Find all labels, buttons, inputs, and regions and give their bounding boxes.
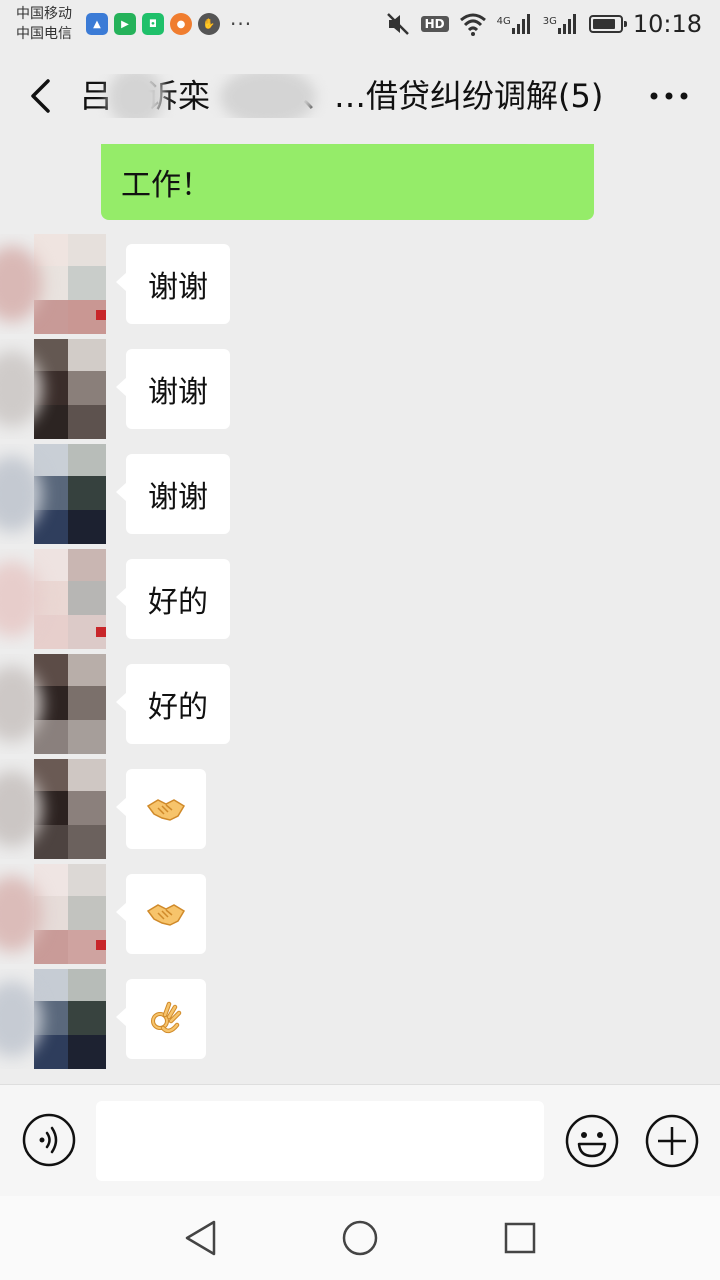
carrier-2-label: 中国电信 bbox=[16, 26, 72, 42]
nav-recents-button[interactable] bbox=[498, 1216, 542, 1260]
voice-button[interactable] bbox=[22, 1113, 76, 1167]
nav-recents-icon bbox=[504, 1222, 536, 1254]
message-text: 谢谢 bbox=[148, 480, 208, 515]
avatar[interactable] bbox=[0, 339, 106, 439]
app-notification-icon: ▲ bbox=[86, 13, 108, 35]
message-row: 谢谢 bbox=[0, 339, 720, 439]
handshake-emoji-icon bbox=[146, 799, 186, 821]
battery-fill bbox=[592, 19, 615, 29]
notification-icons: ▲ ▶ ◘ ● ✋ ··· bbox=[86, 12, 252, 36]
message-bubble[interactable]: 好的 bbox=[116, 559, 230, 639]
emoji-face-icon bbox=[565, 1114, 619, 1168]
back-button[interactable] bbox=[20, 72, 60, 120]
chat-title: 吕诉栾 、…借贷纠纷调解(5) bbox=[80, 74, 620, 118]
more-dots-icon bbox=[650, 92, 688, 100]
input-bar bbox=[0, 1084, 720, 1196]
chat-message-list[interactable]: ▆▆，▆▆▆▆▆。▆▆▆▆▆▆▆▆ 工作！ 谢谢 bbox=[0, 144, 720, 1084]
message-bubble[interactable]: 谢谢 bbox=[116, 349, 230, 429]
message-bubble[interactable]: 谢谢 bbox=[116, 454, 230, 534]
status-bar: 中国移动 中国电信 ▲ ▶ ◘ ● ✋ ··· HD 4G 3G 10:18 bbox=[0, 0, 720, 48]
ok-hand-emoji-icon bbox=[151, 1001, 182, 1034]
nav-back-button[interactable] bbox=[178, 1216, 222, 1260]
clock: 10:18 bbox=[632, 10, 702, 38]
message-row bbox=[0, 759, 720, 859]
plus-circle-icon bbox=[645, 1114, 699, 1168]
message-bubble[interactable] bbox=[116, 769, 206, 849]
message-row: 好的 bbox=[0, 654, 720, 754]
emoji-button[interactable] bbox=[564, 1113, 620, 1169]
battery-icon bbox=[588, 15, 627, 33]
redaction-blur bbox=[108, 74, 164, 118]
signal-3g: 3G bbox=[543, 13, 579, 35]
self-message-bubble[interactable]: ▆▆，▆▆▆▆▆。▆▆▆▆▆▆▆▆ 工作！ bbox=[101, 144, 594, 220]
mute-icon bbox=[386, 13, 409, 35]
message-row: 谢谢 bbox=[0, 444, 720, 544]
message-text: 好的 bbox=[148, 585, 208, 620]
message-row: 谢谢 bbox=[0, 234, 720, 334]
system-nav-bar bbox=[0, 1196, 720, 1280]
message-bubble[interactable] bbox=[116, 874, 206, 954]
hd-badge: HD bbox=[420, 16, 449, 32]
title-part-3: 、…借贷纠纷调解(5) bbox=[302, 77, 604, 115]
more-button[interactable] bbox=[644, 78, 694, 114]
avatar[interactable] bbox=[0, 444, 106, 544]
message-text: 谢谢 bbox=[148, 270, 208, 305]
nav-back-icon bbox=[185, 1220, 216, 1256]
message-row bbox=[0, 864, 720, 964]
carrier-labels: 中国移动 中国电信 bbox=[16, 4, 72, 44]
signal-icon-2 bbox=[557, 14, 576, 34]
video-app-icon: ▶ bbox=[114, 13, 136, 35]
nav-home-button[interactable] bbox=[338, 1216, 382, 1260]
chevron-left-icon bbox=[31, 79, 50, 113]
wifi-icon bbox=[459, 13, 486, 36]
message-row bbox=[0, 969, 720, 1069]
net-3g-label: 3G bbox=[542, 16, 557, 27]
handshake-emoji-icon bbox=[146, 904, 186, 926]
avatar[interactable] bbox=[0, 549, 106, 649]
chat-header: 吕诉栾 、…借贷纠纷调解(5) bbox=[0, 48, 720, 144]
nav-home-icon bbox=[342, 1220, 378, 1256]
message-input[interactable] bbox=[96, 1101, 544, 1181]
voice-icon bbox=[22, 1113, 76, 1167]
more-functions-button[interactable] bbox=[644, 1113, 700, 1169]
avatar[interactable] bbox=[0, 864, 106, 964]
self-message-text: 工作！ bbox=[121, 168, 211, 203]
more-notifications-icon: ··· bbox=[230, 12, 253, 36]
iqiyi-app-icon: ◘ bbox=[142, 13, 164, 35]
signal-4g: 4G bbox=[497, 13, 533, 35]
avatar[interactable] bbox=[0, 969, 106, 1069]
avatar[interactable] bbox=[0, 759, 106, 859]
carrier-1-label: 中国移动 bbox=[16, 6, 72, 22]
message-text: 好的 bbox=[148, 690, 208, 725]
hand-app-icon: ✋ bbox=[198, 13, 220, 35]
avatar[interactable] bbox=[0, 654, 106, 754]
net-4g-label: 4G bbox=[496, 16, 511, 27]
message-bubble[interactable] bbox=[116, 979, 206, 1059]
game-app-icon: ● bbox=[170, 13, 192, 35]
message-text: 谢谢 bbox=[148, 375, 208, 410]
signal-icon bbox=[511, 14, 530, 34]
message-row: 好的 bbox=[0, 549, 720, 649]
message-bubble[interactable]: 好的 bbox=[116, 664, 230, 744]
avatar[interactable] bbox=[0, 234, 106, 334]
message-bubble[interactable]: 谢谢 bbox=[116, 244, 230, 324]
redaction-blur bbox=[220, 74, 316, 118]
